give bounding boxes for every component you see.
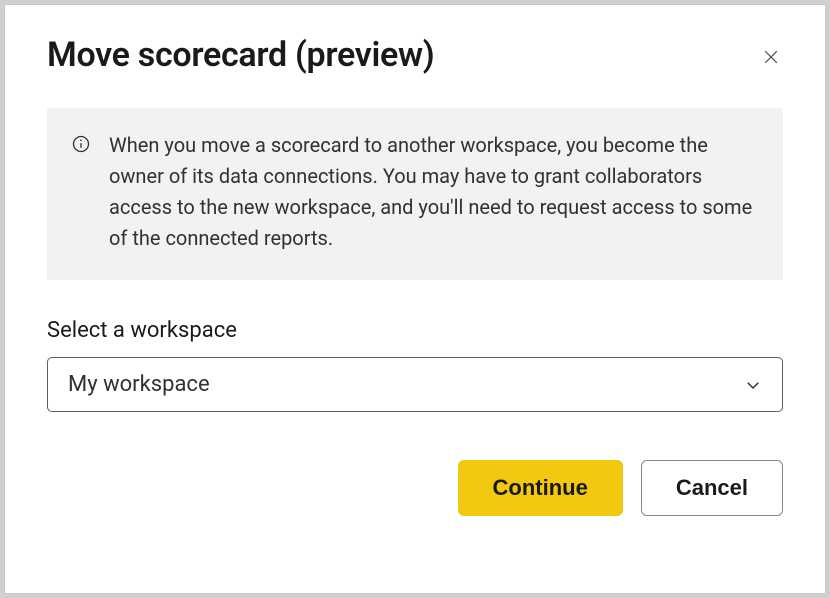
close-button[interactable] [755, 41, 787, 76]
info-icon [71, 134, 91, 158]
move-scorecard-dialog: Move scorecard (preview) When you move a… [4, 4, 826, 594]
close-icon [761, 47, 781, 70]
workspace-select[interactable]: My workspace [47, 357, 783, 412]
continue-button[interactable]: Continue [458, 460, 623, 516]
workspace-select-label: Select a workspace [47, 318, 783, 343]
info-banner-text: When you move a scorecard to another wor… [109, 130, 755, 254]
workspace-select-value: My workspace [68, 372, 210, 397]
dialog-header: Move scorecard (preview) [47, 35, 783, 76]
dialog-title: Move scorecard (preview) [47, 35, 434, 75]
chevron-down-icon [744, 376, 762, 394]
dialog-button-row: Continue Cancel [47, 460, 783, 516]
cancel-button[interactable]: Cancel [641, 460, 783, 516]
info-banner: When you move a scorecard to another wor… [47, 108, 783, 280]
